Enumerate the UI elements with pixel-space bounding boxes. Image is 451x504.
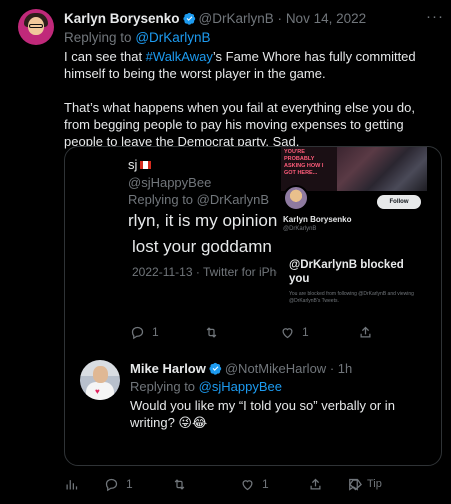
canada-flag-icon	[140, 161, 152, 169]
avatar-glasses	[29, 24, 43, 28]
tweet-thread: Karlyn Borysenko @DrKarlynB · Nov 14, 202…	[0, 0, 451, 504]
heart-icon	[282, 327, 293, 338]
reply-time[interactable]: 1h	[338, 361, 352, 376]
reply-author-handle[interactable]: @NotMikeHarlow	[225, 361, 326, 376]
reply-header: Mike Harlow @NotMikeHarlow · 1h	[130, 361, 352, 376]
retweet-action[interactable]	[204, 322, 226, 342]
author-name[interactable]: Karlyn Borysenko	[64, 11, 180, 26]
reply-text-line-2: writing? 😜😂	[130, 415, 208, 430]
screenshot-author-name: sj	[128, 157, 152, 172]
screenshot-image-right[interactable]: YOU'RE PROBABLY ASKING HOW I GOT HERE...…	[279, 147, 427, 315]
screenshot-replying: Replying to @DrKarlynB	[128, 192, 270, 207]
screenshot-name-text: sj	[128, 157, 138, 172]
shirt-heart-icon: ♥	[95, 387, 100, 396]
more-options-icon[interactable]: ···	[426, 8, 444, 25]
hashtag-link[interactable]: #WalkAway	[146, 49, 213, 64]
tweet-paragraph-1: I can see that #WalkAway’s Fame Whore ha…	[64, 48, 444, 82]
retweet-icon	[174, 478, 185, 490]
screenshot-follow-button: Follow	[377, 195, 421, 209]
retweet-action[interactable]	[172, 474, 194, 494]
replying-to: Replying to @DrKarlynB	[64, 30, 211, 45]
reply-count: 1	[152, 325, 159, 339]
tweet-text-part: I can see that	[64, 49, 146, 64]
replying-to-link[interactable]: @DrKarlynB	[135, 30, 210, 45]
avatar-shirt	[86, 382, 114, 400]
share-action[interactable]	[308, 474, 330, 494]
reply-icon	[105, 478, 118, 491]
tweet-action-bar: 1 1 Tip	[64, 474, 444, 494]
blocked-title: @DrKarlynB blocked you	[289, 259, 404, 285]
share-icon	[310, 478, 321, 489]
retweet-icon	[206, 326, 217, 338]
reply-body: Would you like my “I told you so” verbal…	[130, 397, 430, 431]
author-avatar[interactable]	[18, 9, 54, 45]
tip-action[interactable]: Tip	[348, 474, 382, 494]
media-action-bar: 1 1	[64, 322, 442, 342]
screenshot-line-2: lost your goddamn min	[132, 237, 277, 256]
screenshot-avatar	[283, 185, 309, 211]
screenshot-image-left[interactable]: sj @sjHappyBee Replying to @DrKarlynB rl…	[68, 147, 277, 315]
like-action[interactable]: 1	[280, 322, 309, 342]
tweet-header: Karlyn Borysenko @DrKarlynB · Nov 14, 202…	[64, 11, 366, 26]
screenshot-meta: 2022-11-13 · Twitter for iPhone	[132, 265, 277, 279]
replying-to-link[interactable]: @sjHappyBee	[199, 379, 282, 394]
reply-count: 1	[126, 477, 133, 491]
avatar-face	[93, 366, 108, 383]
reply-text-line-1: Would you like my “I told you so” verbal…	[130, 398, 395, 413]
tip-label: Tip	[367, 478, 382, 490]
author-handle[interactable]: @DrKarlynB	[199, 11, 274, 26]
like-count: 1	[302, 325, 309, 339]
reply-action[interactable]: 1	[130, 322, 159, 342]
like-action[interactable]: 1	[240, 474, 269, 494]
reply-replying-to: Replying to @sjHappyBee	[130, 379, 282, 394]
like-count: 1	[262, 477, 269, 491]
analytics-action[interactable]	[64, 474, 86, 494]
heart-icon	[242, 479, 253, 490]
verified-badge-icon	[182, 12, 195, 25]
replying-prefix: Replying to	[64, 30, 132, 45]
blocked-subtitle: You are blocked from following @DrKarlyn…	[289, 291, 414, 304]
reply-author-avatar[interactable]: ♥	[80, 360, 120, 400]
banner-photo	[337, 147, 427, 191]
reply-icon	[131, 326, 144, 339]
tip-icon	[349, 479, 362, 490]
tweet-paragraph-2: That’s what happens when you fail at eve…	[64, 100, 415, 149]
reply-author-name[interactable]: Mike Harlow	[130, 361, 206, 376]
verified-badge-icon	[209, 362, 222, 375]
banner-caption: YOU'RE PROBABLY ASKING HOW I GOT HERE...	[281, 147, 339, 191]
reply-action[interactable]: 1	[104, 474, 133, 494]
screenshot-line-1: rlyn, it is my opinion that	[128, 211, 277, 230]
analytics-icon	[66, 479, 78, 489]
separator-dot: ·	[329, 361, 335, 376]
share-action[interactable]	[358, 322, 380, 342]
replying-prefix: Replying to	[130, 379, 196, 394]
screenshot-profile-name: Karlyn Borysenko	[283, 215, 352, 224]
screenshot-handle: @sjHappyBee	[128, 175, 212, 190]
share-icon	[360, 326, 371, 337]
screenshot-profile-handle: @DrKarlynB	[283, 226, 317, 232]
separator-dot: ·	[277, 11, 283, 26]
tweet-date[interactable]: Nov 14, 2022	[286, 11, 366, 26]
